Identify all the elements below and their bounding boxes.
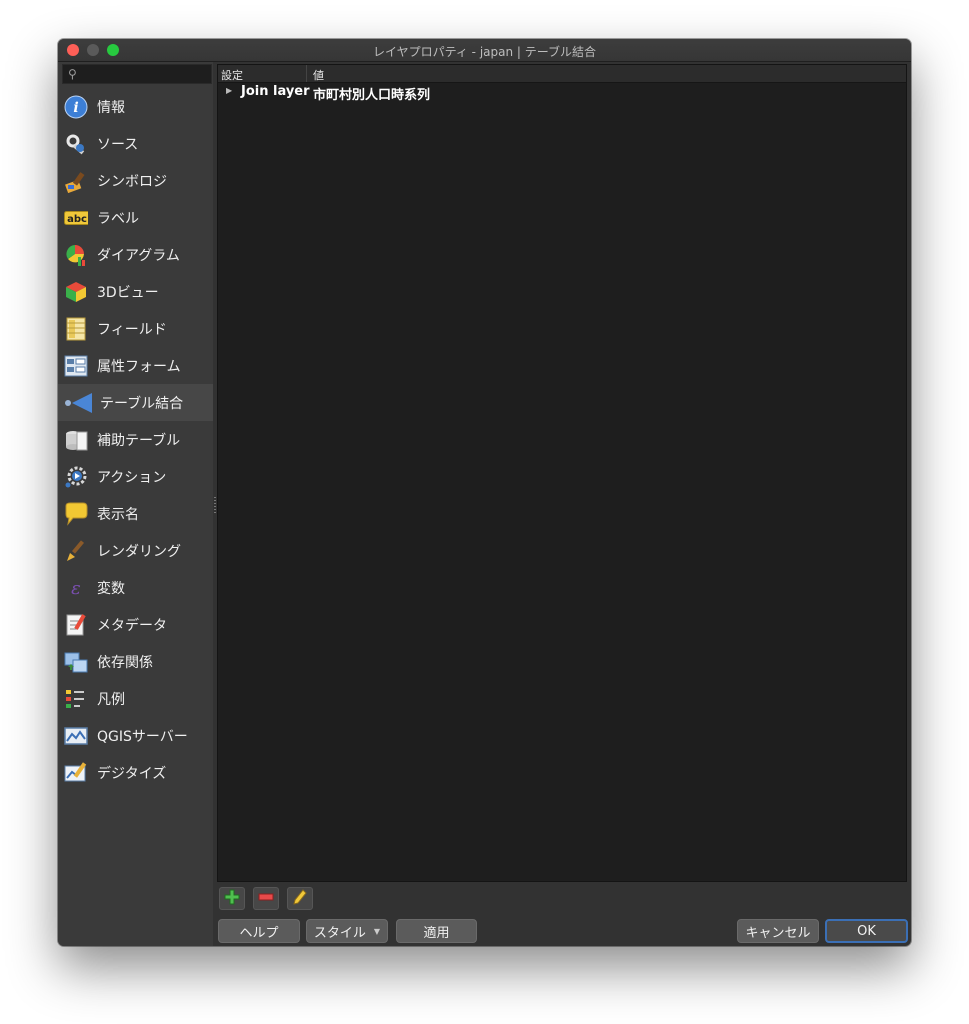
sidebar-item-label: レンダリング xyxy=(97,543,181,560)
style-button-label: スタイル xyxy=(313,925,366,941)
title-bar: レイヤプロパティ - japan | テーブル結合 xyxy=(58,39,911,62)
cube-3d-icon xyxy=(64,280,88,304)
sidebar-item-3d-view[interactable]: 3Dビュー xyxy=(58,273,213,310)
cancel-button[interactable]: キャンセル xyxy=(737,919,819,943)
form-icon xyxy=(64,354,88,378)
layer-properties-window: レイヤプロパティ - japan | テーブル結合 ⚲ i 情報 ソース シンボ… xyxy=(58,39,911,946)
plus-icon xyxy=(224,889,240,909)
add-join-button[interactable] xyxy=(219,887,245,910)
sidebar-item-label: テーブル結合 xyxy=(100,395,184,412)
auxiliary-storage-icon xyxy=(64,428,88,452)
fields-icon xyxy=(64,317,88,341)
sidebar-item-symbology[interactable]: シンボロジ xyxy=(58,162,213,199)
search-box[interactable]: ⚲ xyxy=(62,64,212,85)
sidebar: ⚲ i 情報 ソース シンボロジ abc ラベル ダイアグラム 3Dビュー フィ… xyxy=(58,62,213,946)
help-button[interactable]: ヘルプ xyxy=(218,919,300,943)
join-layer-value: 市町村別人口時系列 xyxy=(313,88,431,103)
sidebar-item-dependencies[interactable]: 依存関係 xyxy=(58,643,213,680)
splitter-grip[interactable] xyxy=(214,497,216,515)
cancel-button-label: キャンセル xyxy=(745,925,811,941)
sidebar-item-joins[interactable]: テーブル結合 xyxy=(58,384,213,421)
metadata-icon xyxy=(64,613,88,637)
minus-icon xyxy=(258,889,274,909)
pencil-icon xyxy=(292,888,308,909)
sidebar-item-source[interactable]: ソース xyxy=(58,125,213,162)
remove-join-button[interactable] xyxy=(253,887,279,910)
variables-icon: ε xyxy=(64,576,88,600)
sidebar-item-label: デジタイズ xyxy=(97,765,167,782)
joins-tree-view[interactable]: 設定 値 ▶ Join layer 市町村別人口時系列 xyxy=(217,64,907,882)
sidebar-item-qgis-server[interactable]: QGISサーバー xyxy=(58,717,213,754)
sidebar-item-actions[interactable]: アクション xyxy=(58,458,213,495)
svg-text:abc: abc xyxy=(67,214,87,225)
speech-bubble-icon xyxy=(64,502,88,526)
sidebar-item-variables[interactable]: ε 変数 xyxy=(58,569,213,606)
qgis-server-icon xyxy=(64,724,88,748)
search-icon: ⚲ xyxy=(68,67,77,81)
svg-text:ε: ε xyxy=(71,578,81,599)
column-header-value[interactable]: 値 xyxy=(313,67,324,83)
sidebar-item-label: 凡例 xyxy=(97,691,125,708)
sidebar-item-label: 補助テーブル xyxy=(97,432,181,449)
apply-button[interactable]: 適用 xyxy=(396,919,477,943)
edit-join-button[interactable] xyxy=(287,887,313,910)
join-icon xyxy=(64,391,94,415)
sidebar-item-legend[interactable]: 凡例 xyxy=(58,680,213,717)
sidebar-item-rendering[interactable]: レンダリング xyxy=(58,532,213,569)
sidebar-item-auxiliary-storage[interactable]: 補助テーブル xyxy=(58,421,213,458)
sidebar-item-label: ラベル xyxy=(97,210,139,227)
svg-text:i: i xyxy=(73,100,78,116)
abc-label-icon: abc xyxy=(64,206,88,230)
apply-button-label: 適用 xyxy=(423,925,450,941)
info-icon: i xyxy=(64,95,88,119)
diagram-icon xyxy=(64,243,88,267)
action-gear-icon xyxy=(64,465,88,489)
column-header-setting[interactable]: 設定 xyxy=(221,67,243,83)
dependencies-icon xyxy=(64,650,88,674)
sidebar-item-diagrams[interactable]: ダイアグラム xyxy=(58,236,213,273)
help-button-label: ヘルプ xyxy=(239,925,279,941)
sidebar-item-label: 情報 xyxy=(97,99,125,116)
paintbrush-icon xyxy=(64,169,88,193)
chevron-down-icon: ▼ xyxy=(373,926,381,936)
sidebar-item-label: 変数 xyxy=(97,580,125,597)
sidebar-item-label: 属性フォーム xyxy=(97,358,181,375)
search-input[interactable] xyxy=(81,65,211,85)
column-divider[interactable] xyxy=(306,65,307,82)
source-wrench-icon xyxy=(64,132,88,156)
ok-button[interactable]: OK xyxy=(825,919,908,943)
sidebar-item-display[interactable]: 表示名 xyxy=(58,495,213,532)
sidebar-item-label: ダイアグラム xyxy=(97,247,180,264)
sidebar-item-information[interactable]: i 情報 xyxy=(58,88,213,125)
legend-icon xyxy=(64,687,88,711)
sidebar-item-fields[interactable]: フィールド xyxy=(58,310,213,347)
sidebar-item-label: QGISサーバー xyxy=(97,728,188,745)
join-layer-key: Join layer xyxy=(241,84,310,99)
sidebar-item-label: 表示名 xyxy=(97,506,139,523)
sidebar-item-label: ソース xyxy=(97,136,139,153)
sidebar-item-labels[interactable]: abc ラベル xyxy=(58,199,213,236)
window-title: レイヤプロパティ - japan | テーブル結合 xyxy=(372,45,597,59)
digitizing-icon xyxy=(64,761,88,785)
sidebar-item-label: フィールド xyxy=(97,321,167,338)
style-dropdown-button[interactable]: スタイル ▼ xyxy=(306,919,388,943)
sidebar-item-metadata[interactable]: メタデータ xyxy=(58,606,213,643)
ok-button-label: OK xyxy=(857,923,876,939)
tree-header: 設定 値 xyxy=(218,65,906,83)
sidebar-item-label: シンボロジ xyxy=(97,173,167,190)
join-layer-row[interactable]: ▶ Join layer 市町村別人口時系列 xyxy=(218,83,906,103)
sidebar-item-label: メタデータ xyxy=(97,617,167,634)
rendering-brush-icon xyxy=(64,539,88,563)
sidebar-item-label: 3Dビュー xyxy=(97,284,159,301)
sidebar-item-digitizing[interactable]: デジタイズ xyxy=(58,754,213,791)
sidebar-item-attributes-form[interactable]: 属性フォーム xyxy=(58,347,213,384)
sidebar-item-label: アクション xyxy=(97,469,167,486)
sidebar-item-label: 依存関係 xyxy=(97,654,153,671)
expand-arrow-icon[interactable]: ▶ xyxy=(226,86,232,95)
